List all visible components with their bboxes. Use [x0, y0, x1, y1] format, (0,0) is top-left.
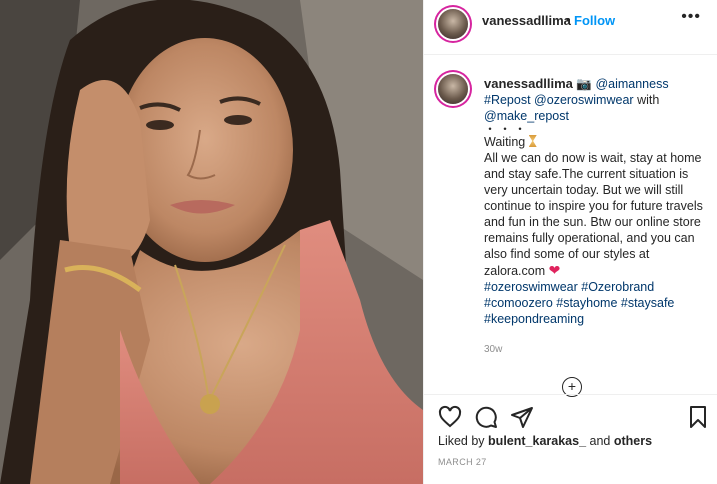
post-header: vanessadllima • Follow •••: [424, 0, 717, 55]
post-photo[interactable]: [0, 0, 423, 484]
header-username[interactable]: vanessadllima: [482, 13, 571, 28]
likes-prefix: Liked by: [438, 434, 485, 448]
caption-age: 30w: [484, 344, 503, 355]
post-side-panel: vanessadllima • Follow ••• vanessadllima…: [423, 0, 717, 484]
likes-summary: Liked by bulent_karakas_ and others: [438, 434, 652, 448]
caption-username[interactable]: vanessadllima: [484, 76, 573, 91]
liked-by-user[interactable]: bulent_karakas_: [488, 434, 586, 448]
more-options-icon[interactable]: •••: [681, 9, 701, 25]
bookmark-icon[interactable]: [686, 405, 710, 429]
caption-dots: ・・・: [484, 122, 530, 136]
share-icon[interactable]: [510, 405, 534, 429]
mention-ozeroswimwear[interactable]: @ozeroswimwear: [534, 93, 634, 107]
caption-area: vanessadllima 📷 @aimanness #Repost @ozer…: [424, 54, 717, 397]
caption-text: vanessadllima 📷 @aimanness #Repost @ozer…: [484, 76, 712, 327]
post-date: MARCH 27: [438, 457, 487, 467]
waiting-text: Waiting: [484, 135, 526, 149]
heart-icon[interactable]: [438, 405, 462, 429]
action-bar: [424, 394, 717, 435]
caption-avatar[interactable]: [438, 74, 468, 104]
likes-and: and: [589, 434, 611, 448]
hourglass-icon: [528, 135, 537, 147]
portrait-image: [0, 0, 423, 484]
mention-make-repost[interactable]: @make_repost: [484, 109, 569, 123]
avatar[interactable]: [438, 9, 468, 39]
mention-aimanness[interactable]: @aimanness: [595, 77, 668, 91]
repost-hashtag[interactable]: #Repost: [484, 93, 531, 107]
likes-others[interactable]: others: [614, 434, 652, 448]
comment-icon[interactable]: [474, 405, 498, 429]
header-separator: •: [566, 12, 571, 27]
with-text: with: [637, 93, 660, 107]
caption-hashtags[interactable]: #ozeroswimwear #Ozerobrand #comoozero #s…: [484, 280, 674, 326]
caption-body: All we can do now is wait, stay at home …: [484, 151, 703, 278]
follow-button[interactable]: Follow: [574, 13, 615, 28]
camera-emoji-icon: 📷: [576, 77, 592, 91]
heart-emoji-icon: ❤: [548, 262, 561, 278]
